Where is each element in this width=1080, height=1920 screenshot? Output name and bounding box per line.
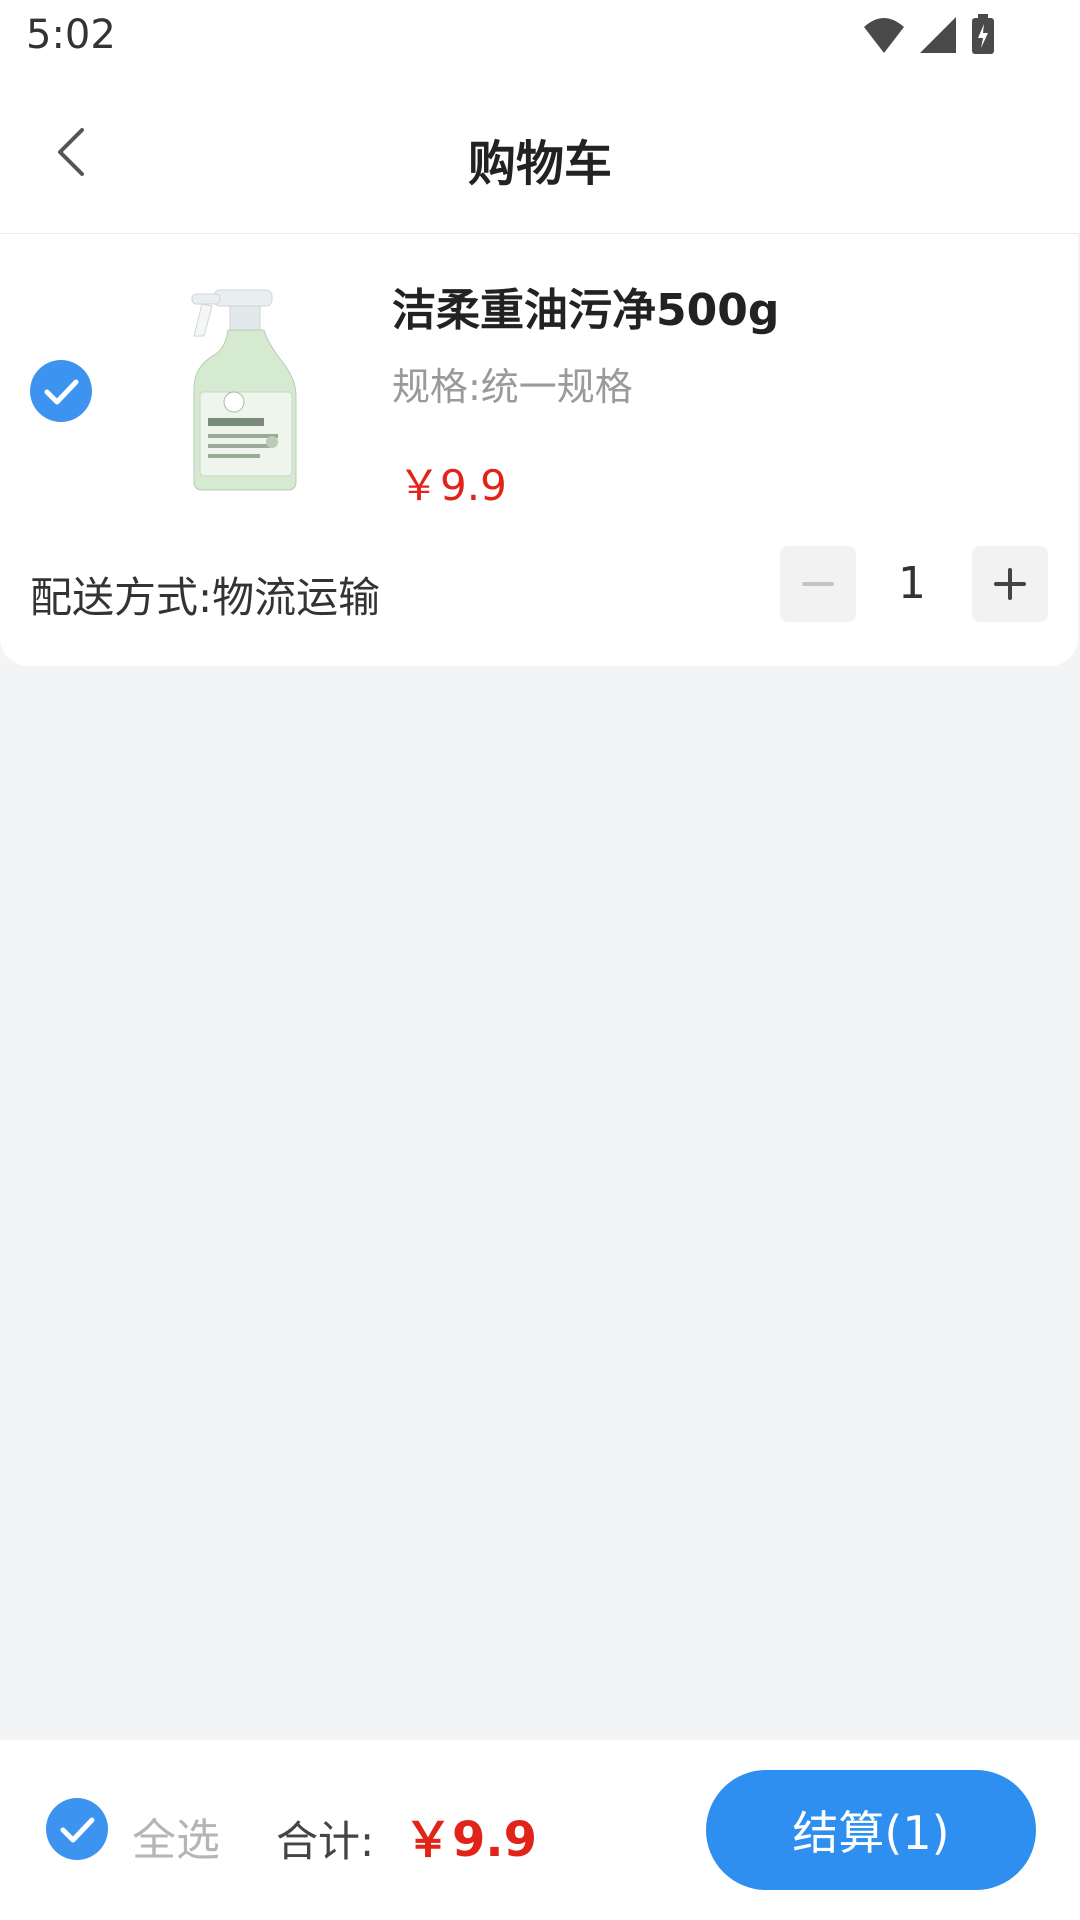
status-time: 5:02 <box>26 12 116 58</box>
decrease-quantity-button[interactable] <box>780 546 856 622</box>
check-icon <box>60 1817 95 1843</box>
wifi-icon <box>864 18 904 53</box>
product-image[interactable] <box>172 284 322 494</box>
product-spec: 规格:统一规格 <box>392 365 633 409</box>
check-icon <box>44 379 79 405</box>
battery-icon <box>972 14 994 54</box>
nav-bar: 购物车 <box>0 74 1080 234</box>
page-title: 购物车 <box>467 136 612 192</box>
product-price: ￥9.9 <box>398 461 507 510</box>
signal-icon <box>920 17 956 53</box>
quantity-value[interactable]: 1 <box>880 558 944 609</box>
increase-quantity-button[interactable] <box>972 546 1048 622</box>
select-all-checkbox[interactable] <box>46 1798 108 1860</box>
checkout-button[interactable]: 结算(1) <box>706 1770 1036 1890</box>
status-bar: 5:02 <box>0 0 1080 74</box>
product-name[interactable]: 洁柔重油污净500g <box>392 274 779 338</box>
item-checkbox[interactable] <box>30 360 92 422</box>
checkout-bar: 全选 合计: ￥9.9 结算(1) <box>0 1740 1080 1920</box>
select-all-label[interactable]: 全选 <box>132 1804 220 1868</box>
plus-icon <box>994 568 1026 600</box>
total-value: ￥9.9 <box>404 1812 538 1868</box>
minus-icon <box>802 582 834 586</box>
status-icons <box>862 14 996 56</box>
delivery-method: 配送方式:物流运输 <box>30 573 381 622</box>
cart-item-card: 洁柔重油污净500g 规格:统一规格 ￥9.9 配送方式:物流运输 1 <box>0 234 1078 666</box>
total-label: 合计: <box>276 1817 375 1866</box>
